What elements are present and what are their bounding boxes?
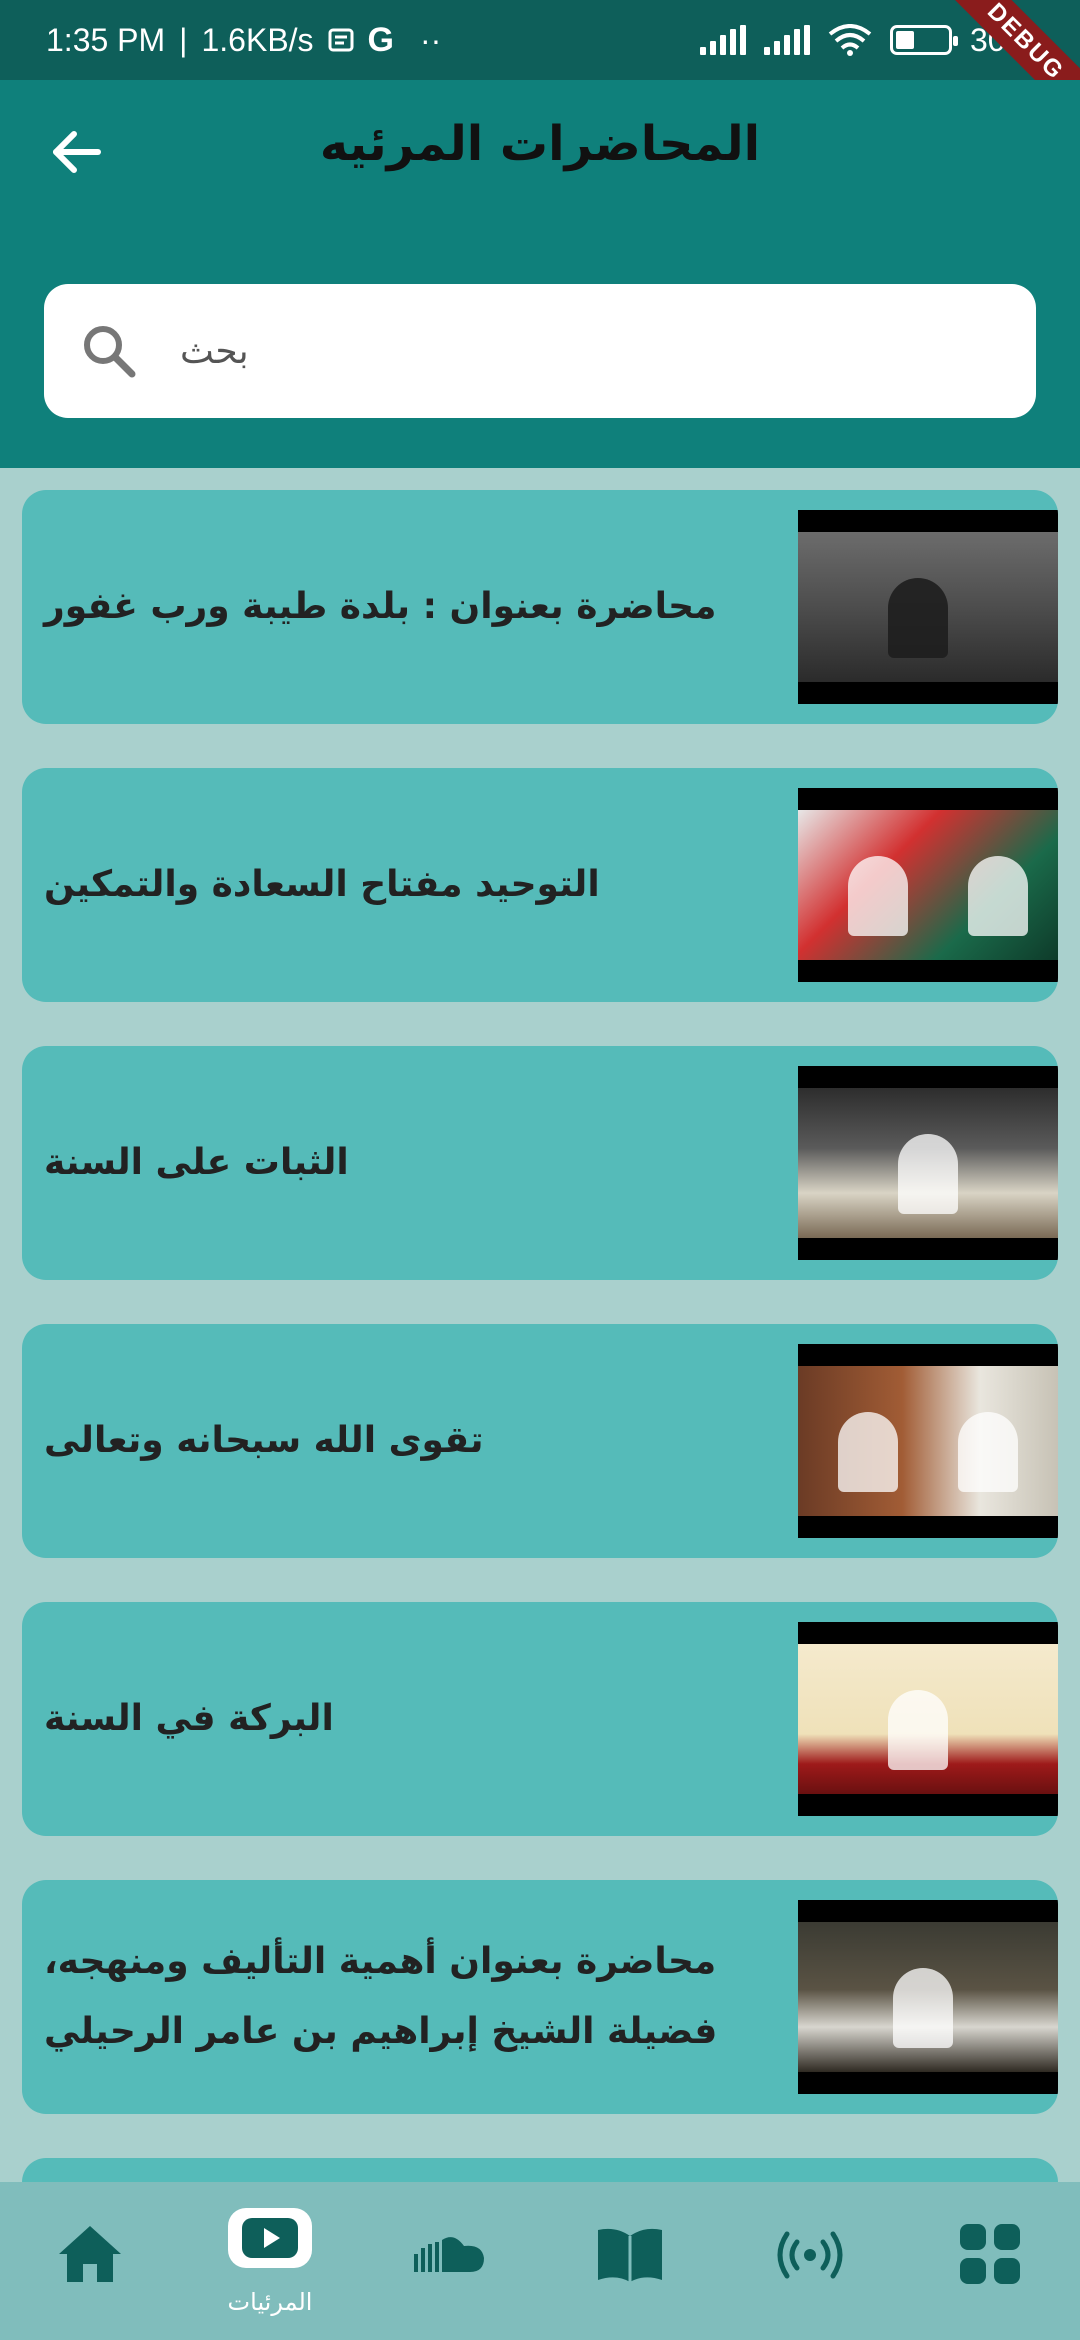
status-time: 1:35 PM [46,21,166,58]
search-icon [84,326,136,378]
lecture-title: التوحيد مفتاح السعادة والتمكين [44,864,600,905]
lecture-thumbnail [798,788,1058,982]
lecture-card[interactable]: محاضرة بعنوان : بلدة طيبة ورب غفور [22,490,1058,724]
nav-item-live[interactable] [720,2182,900,2340]
soundcloud-icon [414,2237,484,2272]
nav-label-videos: المرئيات [227,2288,313,2316]
nav-item-home[interactable] [0,2182,180,2340]
more-dots: ·· [420,21,442,58]
signal-icon [699,25,746,55]
lecture-thumbnail [798,1066,1058,1260]
video-icon [242,2218,298,2258]
search-input[interactable] [180,330,880,372]
lecture-title: محاضرة بعنوان : بلدة طيبة ورب غفور [44,586,717,627]
lecture-title: البركة في السنة [44,1698,334,1739]
lecture-list: محاضرة بعنوان : بلدة طيبة ورب غفور التوح… [22,490,1058,2340]
page-title: المحاضرات المرئيه [319,116,761,172]
arrow-left-icon[interactable] [46,122,106,182]
status-bar: 1:35 PM | 1.6KB/s G ·· 30% [0,0,1080,80]
home-icon [59,2226,121,2282]
nav-item-audio[interactable] [360,2182,540,2340]
lecture-thumbnail [798,510,1058,704]
nav-item-more[interactable] [900,2182,1080,2340]
book-icon [598,2228,662,2282]
lecture-card[interactable]: البركة في السنة [22,1602,1058,1836]
search-bar[interactable] [44,284,1036,418]
broadcast-icon [777,2231,843,2279]
nav-item-videos[interactable]: المرئيات [180,2182,360,2340]
bottom-navigation: المرئيات [0,2182,1080,2340]
app-header: المحاضرات المرئيه [0,80,1080,468]
battery-icon [889,25,958,55]
nav-item-books[interactable] [540,2182,720,2340]
lecture-card[interactable]: الثبات على السنة [22,1046,1058,1280]
lecture-card[interactable]: تقوى الله سبحانه وتعالى [22,1324,1058,1558]
lecture-thumbnail [798,1900,1058,2094]
wifi-icon [828,24,872,56]
lecture-card[interactable]: التوحيد مفتاح السعادة والتمكين [22,768,1058,1002]
lecture-title: تقوى الله سبحانه وتعالى [44,1420,484,1461]
status-separator: | [179,21,188,58]
lecture-title: محاضرة بعنوان أهمية التأليف ومنهجه، فضيل… [44,1941,718,2052]
notification-icon [328,28,354,52]
network-speed: 1.6KB/s [201,21,314,58]
lecture-title: الثبات على السنة [44,1142,349,1183]
lecture-card[interactable]: محاضرة بعنوان أهمية التأليف ومنهجه، فضيل… [22,1880,1058,2114]
grid-icon [960,2224,1020,2284]
signal-icon-2 [763,25,810,55]
lecture-thumbnail [798,1622,1058,1816]
lecture-thumbnail [798,1344,1058,1538]
google-icon: G [367,20,394,59]
